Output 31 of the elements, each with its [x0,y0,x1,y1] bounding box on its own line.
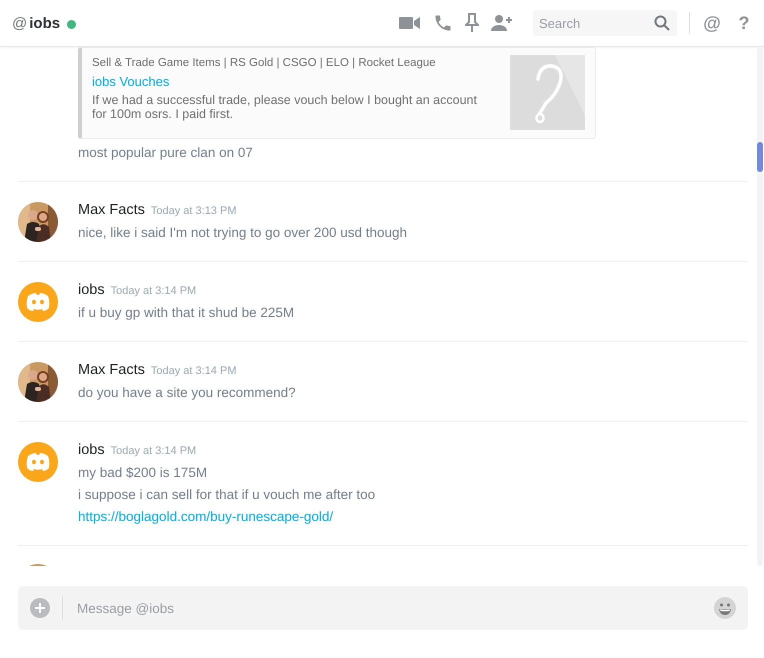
add-icon[interactable] [30,598,50,618]
message-text: my bad $200 is 175M [78,465,208,480]
author-name[interactable]: Max Facts [78,202,145,218]
message-text: if u buy gp with that it shud be 225M [78,305,294,320]
message-text: i suppose i can sell for that if u vouch me after too [78,487,376,502]
timestamp: Today at 3:13 PM [150,205,236,217]
message-input[interactable]: Message @iobs [75,600,702,616]
message-text: do you have a site you recommend? [78,385,296,400]
message-text: most popular pure clan on 07 [78,145,253,160]
author-name[interactable]: Max Facts [78,362,145,378]
author-name[interactable]: iobs [78,282,105,298]
timestamp: Today at 3:14 PM [150,365,236,377]
embed-provider: Sell & Trade Game Items | RS Gold | CSGO | ELO | Rocket League [92,56,437,71]
discord-logo-avatar [18,282,58,322]
video-camera-icon[interactable] [399,15,421,31]
pin-icon[interactable] [465,13,479,33]
search-icon [654,15,670,31]
emoji-icon[interactable] [714,597,736,619]
embed-description: If we had a successful trade, please vouch below I bought an account for 100m osrs. I paid first. [92,93,478,121]
channel-name: iobs [29,14,60,32]
message-text: nice, like i said I'm not trying to go over 200 usd though [78,225,408,240]
add-friend-icon[interactable] [491,14,513,32]
author-name[interactable]: iobs [78,442,105,458]
phone-icon[interactable] [433,13,453,33]
timestamp: Today at 3:14 PM [110,285,196,297]
discord-logo-avatar [18,442,58,482]
message-field[interactable]: Message @iobs [18,586,748,630]
search-field[interactable]: Search [533,10,677,36]
scrollbar-thumb[interactable] [757,142,763,172]
at-sign: @ [12,14,28,32]
timestamp: Today at 3:14 PM [110,445,196,457]
